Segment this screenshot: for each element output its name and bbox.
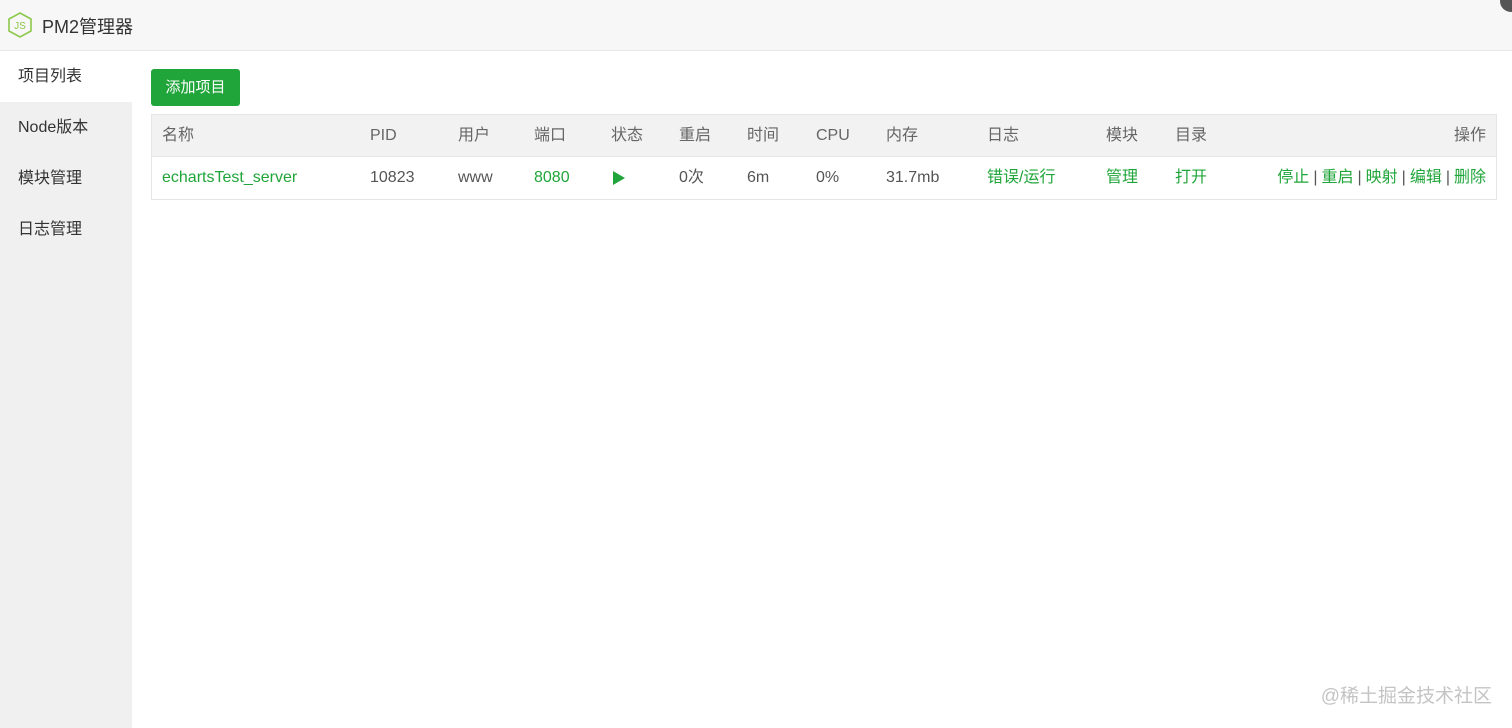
svg-text:JS: JS — [14, 21, 26, 32]
sidebar-item-module-manage[interactable]: 模块管理 — [0, 153, 132, 204]
user-value: www — [458, 169, 493, 186]
sidebar: 项目列表 Node版本 模块管理 日志管理 — [0, 51, 132, 728]
row-actions: 停止 | 重启 | 映射 | 编辑 | 删除 — [1277, 157, 1486, 199]
action-separator: | — [1445, 169, 1450, 186]
header-port: 端口 — [534, 127, 567, 144]
header-name: 名称 — [162, 127, 195, 144]
header-actions: 操作 — [1453, 127, 1486, 144]
watermark: @稀土掘金技术社区 — [1320, 686, 1492, 707]
module-manage-link[interactable]: 管理 — [1106, 157, 1138, 199]
action-separator: | — [1357, 169, 1362, 186]
map-action-link[interactable]: 映射 — [1366, 169, 1398, 186]
sidebar-item-project-list[interactable]: 项目列表 — [0, 51, 132, 102]
add-project-button[interactable]: 添加项目 — [151, 69, 240, 106]
app-title: PM2管理器 — [42, 17, 134, 37]
table-row: echartsTest_server 10823 www 8080 0次 6m … — [152, 157, 1496, 199]
memory-value: 31.7mb — [886, 169, 940, 186]
edit-action-link[interactable]: 编辑 — [1410, 169, 1442, 186]
main-content: 添加项目 名称 PID 用户 端口 状态 重启 时间 CPU 内存 日志 模块 … — [132, 51, 1512, 728]
action-separator: | — [1313, 169, 1318, 186]
table-header: 名称 PID 用户 端口 状态 重启 时间 CPU 内存 日志 模块 目录 操作 — [152, 115, 1496, 157]
header-module: 模块 — [1106, 127, 1139, 144]
log-links: 错误/运行 — [987, 157, 1055, 199]
run-log-link[interactable]: 运行 — [1023, 169, 1055, 186]
header-pid: PID — [370, 127, 397, 144]
project-name-link[interactable]: echartsTest_server — [162, 157, 297, 199]
header-time: 时间 — [747, 127, 780, 144]
open-dir-link[interactable]: 打开 — [1175, 157, 1207, 199]
header-user: 用户 — [458, 127, 491, 144]
restart-action-link[interactable]: 重启 — [1321, 169, 1353, 186]
project-table: 名称 PID 用户 端口 状态 重启 时间 CPU 内存 日志 模块 目录 操作… — [151, 114, 1497, 200]
header-memory: 内存 — [886, 127, 919, 144]
error-log-link[interactable]: 错误 — [987, 169, 1019, 186]
nodejs-hexagon-icon: JS — [8, 12, 32, 38]
title-bar: JS PM2管理器 — [0, 0, 1512, 51]
restart-count: 0次 — [679, 169, 704, 186]
stop-action-link[interactable]: 停止 — [1277, 169, 1309, 186]
close-icon[interactable] — [1500, 0, 1512, 12]
status-cell — [613, 157, 625, 199]
play-icon — [613, 170, 625, 185]
sidebar-item-node-version[interactable]: Node版本 — [0, 102, 132, 153]
header-dir: 目录 — [1175, 127, 1208, 144]
header-restart: 重启 — [679, 127, 712, 144]
port-link[interactable]: 8080 — [534, 157, 570, 199]
header-status: 状态 — [611, 127, 644, 144]
delete-action-link[interactable]: 删除 — [1454, 169, 1486, 186]
cpu-value: 0% — [816, 169, 840, 186]
sidebar-item-log-manage[interactable]: 日志管理 — [0, 204, 132, 255]
uptime-value: 6m — [747, 169, 770, 186]
header-log: 日志 — [987, 127, 1020, 144]
pid-value: 10823 — [370, 169, 415, 186]
header-cpu: CPU — [816, 127, 850, 144]
action-separator: | — [1401, 169, 1406, 186]
